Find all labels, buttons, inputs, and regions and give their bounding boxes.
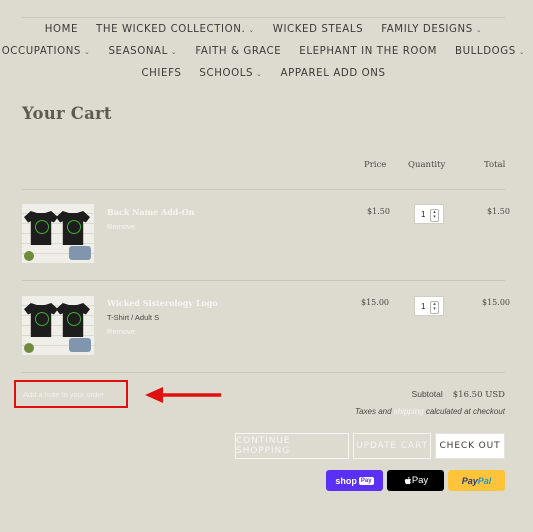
quantity-value: 1 [421, 302, 426, 311]
chevron-down-icon: ⌄ [475, 26, 483, 34]
shipping-link[interactable]: shipping [394, 407, 424, 416]
paypal-button[interactable]: Pay Pal [448, 470, 505, 491]
nav-item-chiefs[interactable]: CHIEFS [141, 68, 181, 79]
chevron-down-icon: ⌄ [518, 48, 526, 56]
nav-item-wicked-collection[interactable]: THE WICKED COLLECTION. ⌄ [96, 24, 255, 35]
quantity-value: 1 [421, 210, 426, 219]
main-navigation: HOME THE WICKED COLLECTION. ⌄ WICKED STEA… [2, 17, 525, 86]
quantity-stepper-icon[interactable]: ▴ ▾ [430, 301, 439, 314]
product-name-link[interactable]: Wicked Sisterology Logo [107, 298, 218, 308]
nav-item-occupations[interactable]: OCCUPATIONS ⌄ [2, 46, 91, 57]
arrow-annotation-icon [145, 387, 221, 403]
product-thumbnail[interactable] [22, 295, 94, 355]
quantity-stepper-icon[interactable]: ▴ ▾ [430, 209, 439, 222]
order-note-placeholder: Add a note to your order [23, 390, 104, 399]
product-name-link[interactable]: Back Name Add-On [107, 207, 194, 217]
item-price: $15.00 [361, 298, 389, 307]
paypal-pay-text: Pay [461, 475, 478, 486]
shop-pay-button[interactable]: shop Pay [326, 470, 383, 491]
nav-item-bulldogs[interactable]: BULLDOGS ⌄ [455, 46, 525, 57]
column-header-price: Price [364, 160, 387, 170]
taxes-suffix: calculated at checkout [423, 407, 505, 416]
nav-item-schools[interactable]: SCHOOLS ⌄ [199, 68, 262, 79]
product-variant: T-Shirt / Adult S [107, 313, 160, 322]
subtotal: Subtotal $16.50 USD [412, 389, 505, 400]
remove-link[interactable]: Remove [107, 327, 135, 336]
taxes-note: Taxes and shipping calculated at checkou… [355, 407, 505, 416]
quantity-input[interactable]: 1 ▴ ▾ [414, 204, 444, 224]
quantity-input[interactable]: 1 ▴ ▾ [414, 296, 444, 316]
divider [22, 372, 505, 373]
page-title: Your Cart [22, 104, 112, 123]
product-thumbnail[interactable] [22, 203, 94, 263]
nav-row-1: HOME THE WICKED COLLECTION. ⌄ WICKED STEA… [22, 24, 505, 35]
apple-logo-icon [404, 476, 411, 484]
apple-pay-button[interactable]: Pay [387, 470, 444, 491]
nav-item-seasonal[interactable]: SEASONAL ⌄ [108, 46, 177, 57]
chevron-down-icon: ⌄ [248, 26, 255, 34]
shop-pay-text: shop [335, 475, 357, 486]
shop-pay-box: Pay [358, 476, 374, 485]
subtotal-value: $16.50 USD [452, 390, 505, 400]
nav-item-home[interactable]: HOME [45, 24, 78, 35]
nav-item-apparel-add-ons[interactable]: APPAREL ADD ONS [281, 68, 386, 79]
divider [22, 280, 505, 281]
subtotal-label: Subtotal [411, 389, 443, 399]
column-header-total: Total [484, 160, 506, 170]
checkout-button[interactable]: CHECK OUT [435, 433, 505, 459]
order-note-field[interactable]: Add a note to your order [14, 380, 128, 408]
column-header-quantity: Quantity [408, 160, 446, 170]
chevron-down-icon: ⌄ [256, 70, 263, 78]
nav-item-family-designs[interactable]: FAMILY DESIGNS ⌄ [381, 24, 482, 35]
apple-pay-text: Pay [411, 475, 429, 486]
nav-item-faith-grace[interactable]: FAITH & GRACE [195, 46, 281, 57]
item-total: $1.50 [487, 207, 510, 216]
chevron-down-icon: ⌄ [84, 48, 91, 56]
remove-link[interactable]: Remove [107, 222, 135, 231]
item-total: $15.00 [482, 298, 510, 307]
nav-row-3: CHIEFS SCHOOLS ⌄ APPAREL ADD ONS [22, 68, 505, 79]
item-price: $1.50 [367, 207, 390, 216]
paypal-pal-text: Pal [477, 475, 492, 486]
update-cart-button[interactable]: UPDATE CART [353, 433, 431, 459]
continue-shopping-button[interactable]: CONTINUE SHOPPING [235, 433, 349, 459]
nav-item-wicked-steals[interactable]: WICKED STEALS [273, 24, 363, 35]
taxes-prefix: Taxes and [354, 407, 394, 416]
nav-item-elephant-in-the-room[interactable]: ELEPHANT IN THE ROOM [299, 46, 437, 57]
divider [22, 189, 505, 190]
nav-row-2: OCCUPATIONS ⌄ SEASONAL ⌄ FAITH & GRACE ELE… [2, 46, 525, 57]
chevron-down-icon: ⌄ [170, 48, 178, 56]
